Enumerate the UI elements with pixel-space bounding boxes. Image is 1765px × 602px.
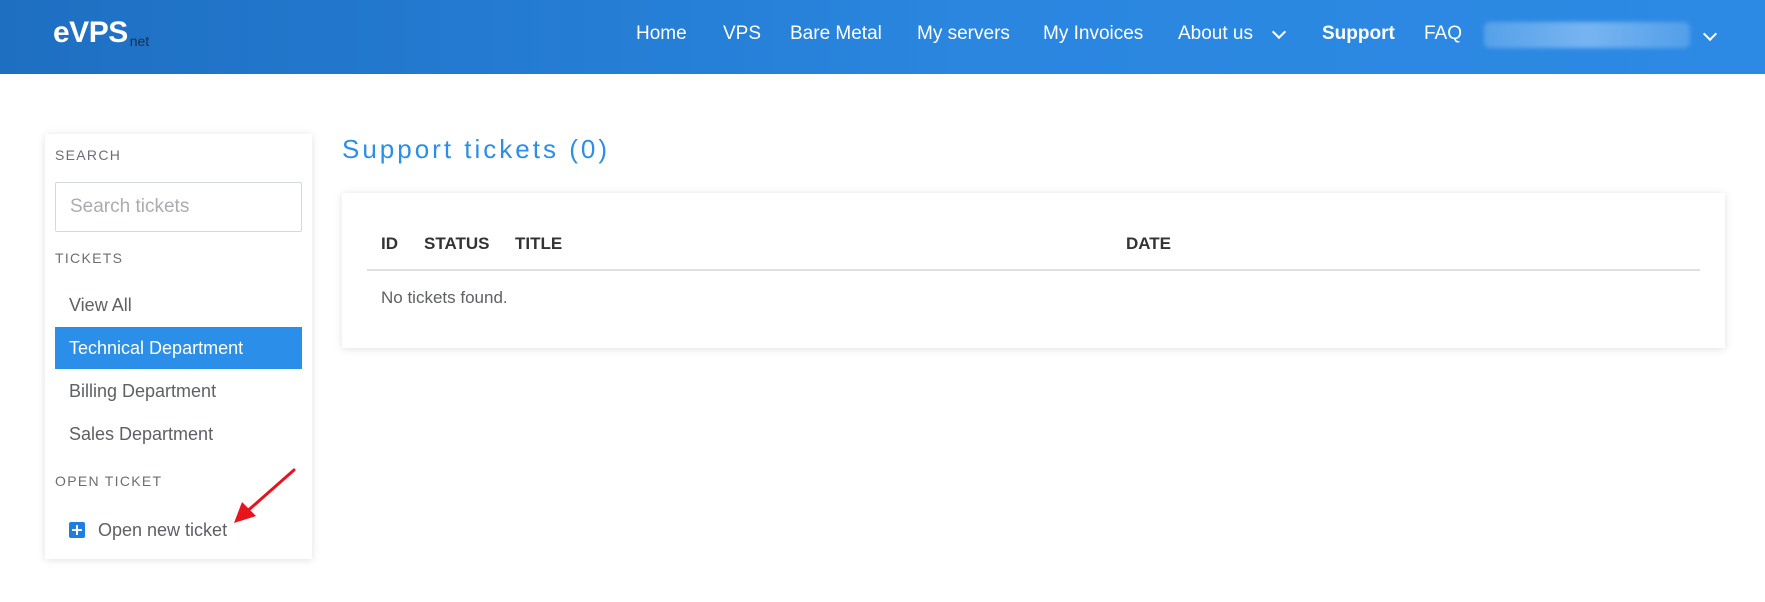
column-header-date[interactable]: DATE xyxy=(1126,234,1171,254)
table-header-divider xyxy=(367,269,1700,271)
column-header-id[interactable]: ID xyxy=(381,234,398,254)
sidebar-item-billing-department[interactable]: Billing Department xyxy=(55,370,302,412)
sidebar-item-technical-department[interactable]: Technical Department xyxy=(55,327,302,369)
annotation-arrow-icon xyxy=(234,468,296,523)
nav-my-servers-link[interactable]: My servers xyxy=(917,22,1010,46)
open-new-ticket-link[interactable]: Open new ticket xyxy=(69,516,227,544)
nav-support-link[interactable]: Support xyxy=(1322,22,1395,46)
page-title: Support tickets (0) xyxy=(342,134,610,164)
main-nav: Home VPS Bare Metal My servers My Invoic… xyxy=(0,0,1765,74)
column-header-title[interactable]: TITLE xyxy=(515,234,562,254)
plus-square-icon xyxy=(69,522,85,538)
user-menu-chevron-icon[interactable] xyxy=(1702,26,1718,42)
user-account-menu[interactable] xyxy=(1484,22,1690,48)
nav-bare-metal-link[interactable]: Bare Metal xyxy=(790,22,882,46)
top-navigation-bar: eVPS net Home VPS Bare Metal My servers … xyxy=(0,0,1765,74)
sidebar-item-sales-department[interactable]: Sales Department xyxy=(55,413,302,455)
open-new-ticket-label: Open new ticket xyxy=(98,519,228,540)
tickets-table-panel: ID STATUS TITLE DATE No tickets found. xyxy=(342,193,1725,348)
search-tickets-input[interactable] xyxy=(55,182,302,232)
column-header-status[interactable]: STATUS xyxy=(424,234,489,254)
nav-about-us-link[interactable]: About us xyxy=(1178,22,1253,46)
chevron-down-icon[interactable] xyxy=(1271,24,1287,40)
nav-faq-link[interactable]: FAQ xyxy=(1424,22,1462,46)
sidebar-item-view-all[interactable]: View All xyxy=(55,284,302,326)
nav-vps-link[interactable]: VPS xyxy=(723,22,761,46)
nav-my-invoices-link[interactable]: My Invoices xyxy=(1043,22,1143,46)
open-ticket-heading: OPEN TICKET xyxy=(55,473,163,489)
search-heading: SEARCH xyxy=(55,147,122,163)
tickets-heading: TICKETS xyxy=(55,250,124,266)
empty-table-message: No tickets found. xyxy=(381,288,508,307)
nav-home-link[interactable]: Home xyxy=(636,22,687,46)
